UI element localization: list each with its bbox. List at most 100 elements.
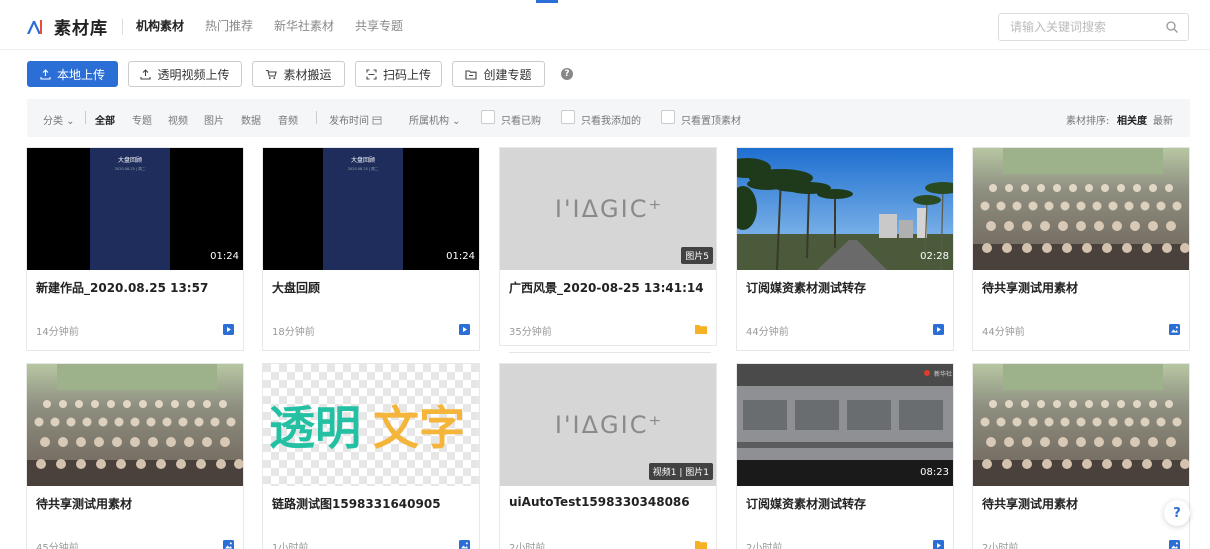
card-title: 大盘回顾	[272, 281, 321, 295]
card-title: 待共享测试用素材	[36, 497, 133, 511]
filter-audio[interactable]: 音频	[278, 112, 298, 127]
scan-upload-button[interactable]: 扫码上传	[355, 61, 442, 87]
video-icon	[933, 324, 944, 335]
thumbnail-caption: 2020.08.25 | 周二	[348, 166, 379, 171]
upload-local-button[interactable]: 本地上传	[27, 61, 118, 87]
card-time: 45分钟前	[36, 543, 79, 549]
filter-topic[interactable]: 专题	[132, 112, 152, 127]
card-title: uiAutoTest1598330348086	[509, 495, 690, 509]
scan-upload-label: 扫码上传	[382, 67, 431, 82]
card-time: 2小时前	[982, 543, 1019, 549]
card-thumbnail: I'IΔGIC⁺ 视频1 | 图片1	[500, 364, 716, 486]
stack-edge	[509, 352, 711, 353]
material-card[interactable]: 待共享测试用素材 45分钟前	[26, 363, 244, 549]
sort-relevance[interactable]: 相关度	[1117, 112, 1147, 127]
material-card[interactable]: 大盘回顾 2020.08.25 | 周二 01:24 大盘回顾 18分钟前	[262, 147, 480, 351]
group-photo-thumbnail-image	[973, 364, 1189, 486]
card-title: 新建作品_2020.08.25 13:57	[36, 281, 209, 295]
create-topic-button[interactable]: 创建专题	[452, 61, 545, 87]
only-purchased-label: 只看已购	[501, 116, 541, 127]
folder-icon	[695, 325, 707, 334]
nav-org-materials[interactable]: 机构素材	[136, 17, 184, 34]
material-card[interactable]: 新华社 08:23 订阅媒资素材测试转存 2小时前	[736, 363, 954, 549]
upload-transparent-label: 透明视频上传	[157, 67, 230, 82]
thumbnail-watermark: 新华社	[934, 370, 952, 378]
card-time: 18分钟前	[272, 327, 315, 338]
material-card[interactable]: 大盘回顾 2020.08.25 | 周二 01:24 新建作品_2020.08.…	[26, 147, 244, 351]
only-purchased-checkbox[interactable]	[481, 110, 495, 124]
thumbnail-logo-text: I'IΔGIC⁺	[555, 411, 663, 439]
upload-icon	[40, 68, 51, 80]
group-photo-thumbnail-image	[27, 364, 243, 486]
material-transfer-button[interactable]: 素材搬运	[252, 61, 345, 87]
material-card[interactable]: 待共享测试用素材 2小时前	[972, 363, 1190, 549]
transparent-text-thumbnail-image: 透明 文字	[263, 364, 479, 486]
thumbnail-text: 文字	[373, 401, 465, 455]
only-mine-checkbox[interactable]	[561, 110, 575, 124]
action-toolbar: 本地上传 透明视频上传 素材搬运 扫码上传 创建专题 ?	[27, 61, 573, 87]
thumbnail-caption: 2020.08.25 | 周二	[115, 166, 146, 171]
help-icon[interactable]: ?	[561, 68, 573, 80]
card-thumbnail: I'IΔGIC⁺ 图片5	[500, 148, 716, 270]
filter-image[interactable]: 图片	[204, 112, 224, 127]
material-card[interactable]: 02:28 订阅媒资素材测试转存 44分钟前	[736, 147, 954, 351]
image-icon	[223, 540, 234, 549]
publish-time-label: 发布时间	[329, 116, 369, 127]
material-card[interactable]: 待共享测试用素材 44分钟前	[972, 147, 1190, 351]
nav-shared-topics[interactable]: 共享专题	[355, 17, 403, 34]
filter-divider	[316, 111, 317, 124]
video-duration: 02:28	[920, 251, 949, 262]
filter-data[interactable]: 数据	[241, 112, 261, 127]
only-pinned-label: 只看置顶素材	[681, 116, 741, 127]
only-mine-label: 只看我添加的	[581, 116, 641, 127]
card-time: 2小时前	[509, 543, 546, 549]
active-tab-indicator	[536, 0, 558, 3]
only-pinned-checkbox[interactable]	[661, 110, 675, 124]
org-dropdown[interactable]: 所属机构 ⌄	[409, 112, 461, 127]
main-nav: 机构素材 热门推荐 新华社素材 共享专题	[136, 17, 403, 34]
app-title: 素材库	[54, 19, 108, 39]
card-thumbnail: 大盘回顾 2020.08.25 | 周二 01:24	[27, 148, 243, 270]
filter-all[interactable]: 全部	[95, 112, 115, 127]
nav-hot-recommend[interactable]: 热门推荐	[205, 17, 253, 34]
floating-help-button[interactable]: ?	[1164, 500, 1190, 526]
nav-xinhua-materials[interactable]: 新华社素材	[274, 17, 334, 34]
cart-icon	[265, 69, 278, 80]
folder-outline-icon	[465, 69, 478, 80]
filter-bar: 分类 ⌄ 全部 专题 视频 图片 数据 音频 发布时间 所属机构 ⌄ 只看已购 …	[27, 99, 1190, 137]
card-time: 35分钟前	[509, 327, 552, 338]
thumbnail-caption: 大盘回顾	[351, 156, 375, 164]
category-dropdown[interactable]: 分类 ⌄	[43, 112, 75, 127]
upload-transparent-button[interactable]: 透明视频上传	[128, 61, 242, 87]
create-topic-label: 创建专题	[483, 67, 532, 82]
video-icon	[459, 324, 470, 335]
card-title: 订阅媒资素材测试转存	[746, 281, 867, 295]
upload-icon	[140, 68, 152, 80]
sort-latest[interactable]: 最新	[1153, 112, 1173, 127]
publish-time-filter[interactable]: 发布时间	[329, 112, 382, 127]
group-photo-thumbnail-image	[973, 148, 1189, 270]
card-thumbnail: 新华社 08:23	[737, 364, 953, 486]
image-icon	[459, 540, 470, 549]
material-card[interactable]: 透明 文字 链路测试图1598331640905 1小时前	[262, 363, 480, 549]
thumbnail-logo-text: I'IΔGIC⁺	[555, 195, 663, 223]
card-time: 2小时前	[746, 543, 783, 549]
category-label: 分类	[43, 116, 63, 127]
calendar-icon	[372, 116, 382, 125]
card-time: 1小时前	[272, 543, 309, 549]
filter-divider	[85, 111, 86, 124]
video-icon	[223, 324, 234, 335]
header-divider	[122, 18, 123, 35]
filter-video[interactable]: 视频	[168, 112, 188, 127]
sort-label: 素材排序:	[1066, 116, 1110, 127]
image-icon	[1169, 540, 1180, 549]
material-card[interactable]: I'IΔGIC⁺ 图片5 广西风景_2020-08-25 13:41:14 35…	[499, 147, 717, 346]
search-box	[998, 13, 1189, 41]
card-title: 链路测试图1598331640905	[272, 497, 441, 511]
material-card[interactable]: I'IΔGIC⁺ 视频1 | 图片1 uiAutoTest15983303480…	[499, 363, 717, 549]
card-title: 广西风景_2020-08-25 13:41:14	[509, 281, 704, 295]
top-header: 素材库 机构素材 热门推荐 新华社素材 共享专题	[0, 0, 1210, 50]
search-input[interactable]	[1010, 14, 1160, 40]
search-icon[interactable]	[1165, 20, 1179, 34]
count-badge: 图片5	[681, 247, 713, 264]
